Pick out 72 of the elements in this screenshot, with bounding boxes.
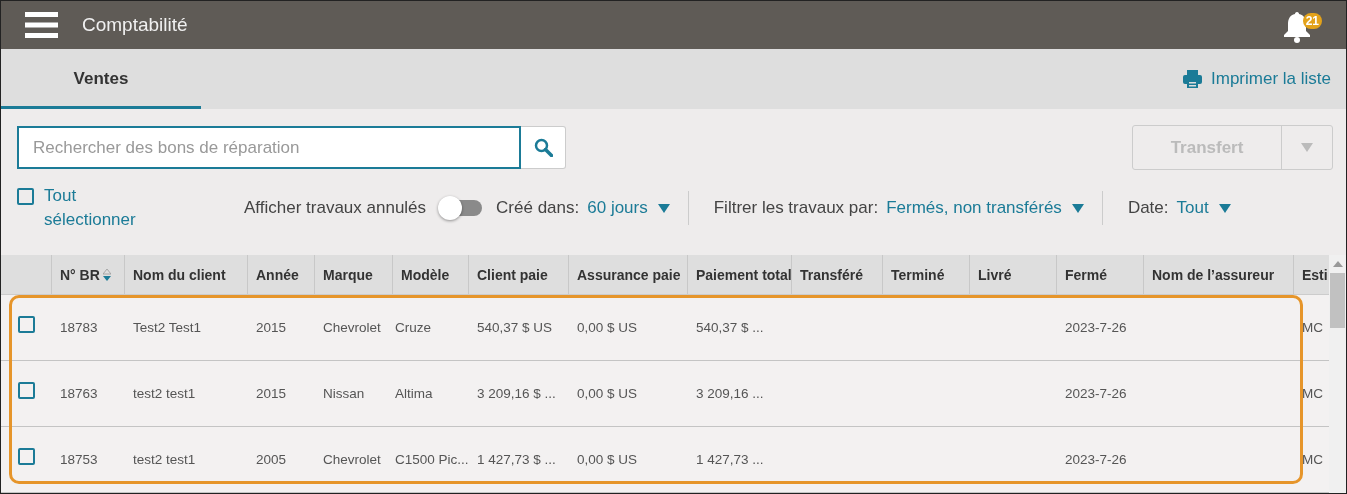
toggle-label: Afficher travaux annulés (244, 198, 427, 218)
table-cell: 2015 (256, 386, 287, 401)
table-cell: 2023-7-26 (1065, 320, 1127, 335)
table-cell: 18763 (60, 386, 98, 401)
column-header[interactable]: N° BR (51, 255, 124, 294)
column-header[interactable]: Modèle (392, 255, 468, 294)
table-cell: 2015 (256, 320, 287, 335)
notification-badge: 21 (1302, 13, 1322, 29)
table-cell: 1 427,73 $ ... (477, 452, 556, 467)
table-cell: Test2 Test1 (133, 320, 202, 335)
table-cell: 540,37 $ US (477, 320, 553, 335)
scroll-thumb[interactable] (1330, 273, 1345, 328)
table-cell: test2 test1 (133, 452, 196, 467)
printer-icon (1183, 70, 1203, 88)
table-cell: 18753 (60, 452, 98, 467)
search-button[interactable] (521, 126, 566, 169)
sort-icon (102, 268, 111, 281)
column-header[interactable]: Nom du client (124, 255, 247, 294)
filter-label: Date: (1127, 198, 1169, 218)
table-cell: 0,00 $ US (577, 320, 638, 335)
table-cell: 2023-7-26 (1065, 452, 1127, 467)
column-header[interactable]: Assurance paie (568, 255, 687, 294)
select-all-checkbox[interactable] (17, 188, 34, 205)
table-cell: Nissan (323, 386, 365, 401)
column-header[interactable]: Fermé (1056, 255, 1143, 294)
column-header[interactable]: Nom de l’assureur (1143, 255, 1293, 294)
filter-label: Créé dans: (496, 198, 580, 218)
table-cell: 3 209,16 ... (696, 386, 764, 401)
table-cell: test2 test1 (133, 386, 196, 401)
table-cell: Altima (395, 386, 433, 401)
table-cell: Chevrolet (323, 320, 381, 335)
table-cell: 540,37 $ ... (696, 320, 764, 335)
row-checkbox[interactable] (17, 448, 35, 465)
column-header[interactable]: Année (247, 255, 314, 294)
app-title: Comptabilité (82, 14, 189, 36)
table-cell: 18783 (60, 320, 98, 335)
column-header[interactable]: Client paie (468, 255, 568, 294)
filter-dropdown[interactable]: 60 jours (587, 198, 670, 218)
caret-icon (657, 203, 670, 213)
table-cell: MC (1302, 452, 1323, 467)
scrollbar[interactable] (1329, 255, 1346, 493)
column-header[interactable]: Livré (969, 255, 1056, 294)
column-header[interactable]: Transféré (791, 255, 882, 294)
row-checkbox[interactable] (17, 316, 35, 333)
column-header[interactable]: Marque (314, 255, 392, 294)
select-all-label[interactable]: Tout sélectionner (44, 184, 154, 232)
table-cell: Chevrolet (323, 452, 381, 467)
print-list-link[interactable]: Imprimer la liste (1183, 49, 1331, 109)
caret-icon (1071, 203, 1084, 213)
table-cell: 3 209,16 $ ... (477, 386, 556, 401)
table-cell: MC (1302, 320, 1323, 335)
scroll-up-icon[interactable] (1332, 261, 1343, 267)
filter-dropdown[interactable]: Tout (1176, 198, 1231, 218)
table-cell: C1500 Pic... (395, 452, 468, 467)
search-field[interactable]: Rechercher des bons de réparation (17, 126, 521, 169)
caret-icon (1301, 143, 1313, 152)
caret-icon (1218, 203, 1231, 213)
column-header[interactable]: Paiement total (687, 255, 791, 294)
table-cell: 0,00 $ US (577, 386, 638, 401)
filter-dropdown[interactable]: Fermés, non transférés (886, 198, 1084, 218)
table-cell: 2023-7-26 (1065, 386, 1127, 401)
table-cell: Cruze (395, 320, 431, 335)
filter-label: Filtrer les travaux par: (713, 198, 879, 218)
column-header[interactable]: Terminé (882, 255, 969, 294)
table-cell: MC (1302, 386, 1323, 401)
table-cell: 0,00 $ US (577, 452, 638, 467)
table-cell: 2005 (256, 452, 287, 467)
menu-icon[interactable] (25, 12, 58, 38)
table-cell: 1 427,73 ... (696, 452, 764, 467)
tab[interactable]: Ventes (1, 49, 201, 109)
row-checkbox[interactable] (17, 382, 35, 399)
search-icon (533, 138, 553, 157)
